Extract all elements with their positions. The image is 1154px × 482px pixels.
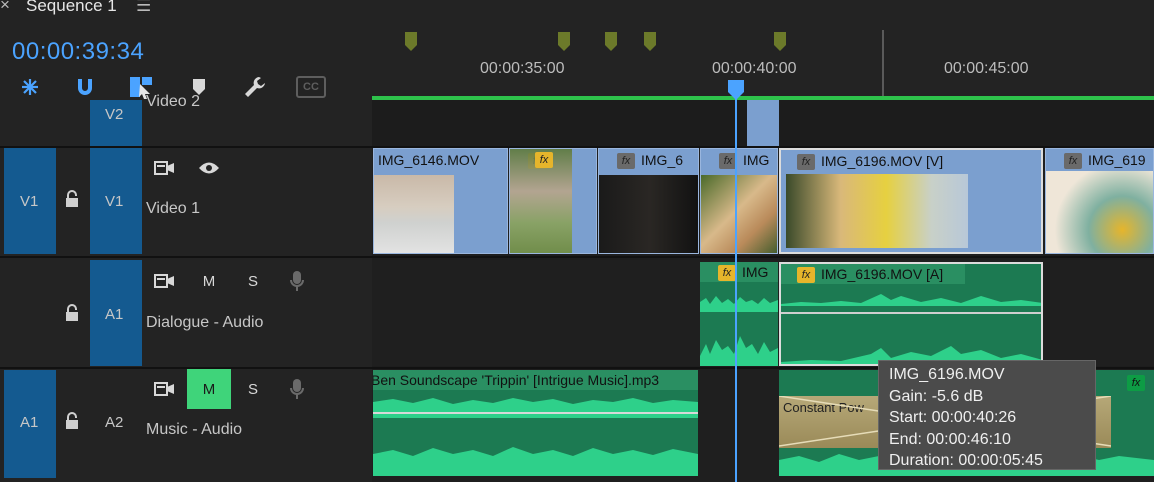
tooltip-duration: Duration: 00:00:05:45 bbox=[889, 452, 1043, 469]
clip-name: IMG_6196.MOV [V] bbox=[821, 153, 944, 169]
video-clip[interactable]: fx IMG_6 bbox=[598, 148, 699, 254]
panel-menu-icon[interactable]: ☰ bbox=[136, 0, 151, 16]
video-clip[interactable]: fx IMG_619 bbox=[1045, 148, 1154, 254]
track-target-a1[interactable]: A1 bbox=[90, 260, 142, 366]
clip-name: Ben Soundscape 'Trippin' [Intrigue Music… bbox=[373, 370, 698, 390]
fx-badge: fx bbox=[1127, 374, 1145, 391]
captions-icon[interactable]: CC bbox=[296, 74, 326, 100]
sync-lock-icon[interactable] bbox=[143, 148, 187, 188]
clip-thumbnail bbox=[701, 175, 777, 253]
playhead-line[interactable] bbox=[735, 96, 737, 482]
audio-clip-music[interactable]: Ben Soundscape 'Trippin' [Intrigue Music… bbox=[373, 370, 698, 476]
fx-badge: fx bbox=[535, 151, 553, 168]
video-clip[interactable]: fx IMG bbox=[700, 148, 778, 254]
clip-header: fx IMG_6196.MOV [A] bbox=[781, 264, 965, 284]
clip-name: IMG bbox=[742, 264, 769, 280]
mute-button[interactable]: M bbox=[187, 261, 231, 301]
audio-clip-selected[interactable]: fx IMG_6196.MOV [A] bbox=[779, 262, 1043, 366]
track-target-a2[interactable]: A2 bbox=[90, 370, 142, 478]
audio-clip[interactable]: fx IMG bbox=[700, 262, 778, 366]
track-label: A1 bbox=[105, 306, 124, 323]
clip-name: IMG_6146.MOV bbox=[378, 152, 480, 168]
fx-badge: fx bbox=[718, 265, 736, 282]
sync-lock-icon[interactable] bbox=[143, 369, 187, 409]
clip-thumbnail bbox=[599, 175, 698, 253]
clip-name: IMG_619 bbox=[1088, 152, 1146, 168]
sequence-marker-icon[interactable] bbox=[405, 32, 417, 52]
fx-badge: fx bbox=[797, 154, 815, 171]
tooltip-gain: Gain: -5.6 dB bbox=[889, 387, 984, 405]
ruler-label: 00:00:40:00 bbox=[712, 60, 797, 77]
ruler-label: 00:00:45:00 bbox=[944, 60, 1029, 77]
track-target-v1[interactable]: V1 bbox=[90, 148, 142, 254]
clip-header: fx IMG bbox=[701, 149, 777, 171]
tooltip-clip-name: IMG_6196.MOV bbox=[889, 366, 1005, 383]
clip-info-tooltip: IMG_6196.MOV Gain: -5.6 dB Start: 00:00:… bbox=[878, 360, 1096, 470]
voice-over-mic-icon[interactable] bbox=[275, 261, 319, 301]
clip-thumbnail bbox=[786, 174, 968, 248]
clip-thumbnail bbox=[374, 175, 454, 253]
voice-over-mic-icon[interactable] bbox=[275, 369, 319, 409]
clip-header: fx IMG_619 bbox=[1046, 149, 1153, 171]
playhead-timecode[interactable]: 00:00:39:34 bbox=[12, 38, 144, 66]
nest-icon[interactable] bbox=[15, 74, 45, 100]
track-name-a2[interactable]: Music - Audio bbox=[146, 421, 242, 439]
source-patch-v1[interactable]: V1 bbox=[4, 148, 56, 254]
clip-name: IMG bbox=[743, 152, 770, 168]
in-out-indicator bbox=[882, 30, 884, 98]
sequence-marker-icon[interactable] bbox=[774, 32, 786, 52]
source-label: A1 bbox=[20, 414, 39, 431]
sequence-marker-icon[interactable] bbox=[644, 32, 656, 52]
source-patch-a1[interactable]: A1 bbox=[4, 370, 56, 478]
lock-icon[interactable] bbox=[64, 190, 80, 213]
clip-name: IMG_6 bbox=[641, 152, 684, 168]
audio-waveform bbox=[700, 296, 778, 366]
clip-header: fx IMG_6 bbox=[599, 149, 698, 171]
lock-icon[interactable] bbox=[64, 412, 80, 435]
track-label: A2 bbox=[105, 414, 124, 431]
track-name-a1[interactable]: Dialogue - Audio bbox=[146, 314, 263, 332]
video-clip-selected[interactable]: fx IMG_6196.MOV [V] bbox=[779, 148, 1043, 254]
close-tab-icon[interactable]: × bbox=[0, 0, 10, 15]
track-name-v1[interactable]: Video 1 bbox=[146, 200, 200, 218]
clip-name: IMG_6196.MOV [A] bbox=[821, 266, 944, 282]
source-label: V1 bbox=[20, 193, 39, 210]
sequence-tab-title[interactable]: Sequence 1 bbox=[26, 0, 117, 16]
ruler-label: 00:00:35:00 bbox=[480, 60, 565, 77]
sequence-marker-icon[interactable] bbox=[605, 32, 617, 52]
video-clip[interactable]: fx fx bbox=[509, 148, 597, 254]
fx-badge: fx bbox=[617, 153, 635, 170]
playhead-handle-icon[interactable] bbox=[726, 80, 746, 100]
timeline-header bbox=[0, 0, 1154, 100]
snap-icon[interactable] bbox=[70, 74, 100, 100]
sync-lock-icon[interactable] bbox=[143, 261, 187, 301]
clip-thumbnail bbox=[1046, 171, 1153, 253]
tooltip-end: End: 00:00:46:10 bbox=[889, 430, 1011, 448]
video-clip-v2[interactable] bbox=[747, 100, 779, 146]
video-clip[interactable]: IMG_6146.MOV bbox=[373, 148, 508, 254]
audio-waveform bbox=[781, 294, 1041, 364]
solo-button[interactable]: S bbox=[231, 261, 275, 301]
track-name-v2[interactable]: Video 2 bbox=[146, 93, 200, 111]
settings-wrench-icon[interactable] bbox=[240, 74, 270, 100]
fx-badge: fx bbox=[797, 267, 815, 284]
track-label: V1 bbox=[105, 193, 124, 210]
clip-header: fx IMG bbox=[700, 262, 778, 282]
captions-label: CC bbox=[296, 76, 326, 98]
sequence-marker-icon[interactable] bbox=[558, 32, 570, 52]
eye-icon[interactable] bbox=[187, 148, 231, 188]
track-label: V2 bbox=[105, 106, 124, 123]
audio-waveform bbox=[373, 398, 698, 476]
tooltip-start: Start: 00:00:40:26 bbox=[889, 409, 1017, 426]
mute-button-active[interactable]: M bbox=[187, 369, 231, 409]
clip-header: fx IMG_6196.MOV [V] bbox=[781, 150, 1041, 172]
track-target-v2[interactable]: V2 bbox=[90, 100, 142, 146]
track-divider bbox=[0, 256, 1154, 258]
lock-icon[interactable] bbox=[64, 304, 80, 327]
fx-badge: fx bbox=[1064, 153, 1082, 170]
solo-button[interactable]: S bbox=[231, 369, 275, 409]
